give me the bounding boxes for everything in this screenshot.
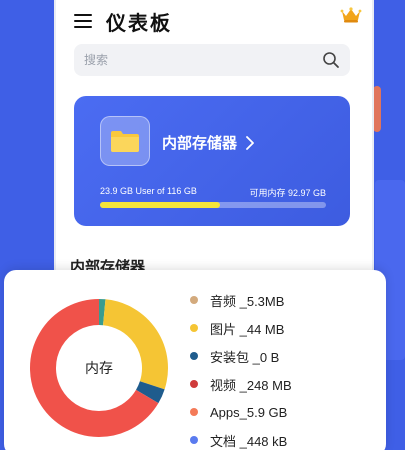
storage-progress-bar (100, 202, 326, 208)
storage-donut-chart: 内存 (30, 299, 168, 437)
search-input[interactable] (84, 53, 322, 67)
legend-item: 视频 _248 MB (190, 370, 292, 398)
background-decoration (373, 86, 381, 132)
storage-card-title[interactable]: 内部存储器 (162, 132, 255, 153)
storage-breakdown-panel: 内存 音频 _5.3MB 图片 _44 MB 安装包 _0 B 视频 _248 MB A… (4, 270, 386, 450)
legend-label: Apps_5.9 GB (210, 404, 288, 420)
donut-center-label: 内存 (85, 360, 113, 376)
legend-item: 图片 _44 MB (190, 314, 292, 342)
legend-item: 音频 _5.3MB (190, 286, 292, 314)
storage-used-text: 23.9 GB User of 116 GB (100, 186, 197, 196)
legend-label: 文档 _448 kB (210, 433, 288, 449)
legend-color-dot (190, 380, 198, 388)
legend-color-dot (190, 408, 198, 416)
legend-item: Apps_5.9 GB (190, 398, 292, 426)
legend-label: 安装包 _0 B (210, 349, 280, 365)
search-bar[interactable] (74, 44, 350, 76)
page-title: 仪表板 (106, 12, 172, 35)
legend-item: 文档 _448 kB (190, 426, 292, 450)
dashboard-screen: 仪表板 内部存储器 23.9 GB User of 116 GB 可用内存 (54, 0, 374, 290)
folder-icon (100, 116, 150, 166)
storage-title-text: 内部存储器 (162, 135, 238, 152)
legend-color-dot (190, 296, 198, 304)
crown-icon[interactable] (340, 7, 362, 23)
legend-color-dot (190, 352, 198, 360)
legend-color-dot (190, 436, 198, 444)
legend-label: 音频 _5.3MB (210, 293, 285, 309)
internal-storage-card[interactable]: 内部存储器 23.9 GB User of 116 GB 可用内存 92.97 … (74, 96, 350, 226)
chevron-right-icon (246, 135, 254, 150)
legend-label: 图片 _44 MB (210, 321, 285, 337)
donut-segment (135, 380, 165, 404)
legend-item: 安装包 _0 B (190, 342, 292, 370)
legend-color-dot (190, 324, 198, 332)
hamburger-menu-icon[interactable] (74, 14, 92, 28)
storage-progress-fill (100, 202, 220, 208)
chart-legend: 音频 _5.3MB 图片 _44 MB 安装包 _0 B 视频 _248 MB Apps… (190, 286, 292, 450)
top-bar: 仪表板 (74, 6, 362, 36)
storage-free-text: 可用内存 92.97 GB (249, 188, 326, 198)
search-icon[interactable] (322, 51, 340, 69)
legend-label: 视频 _248 MB (210, 377, 292, 393)
